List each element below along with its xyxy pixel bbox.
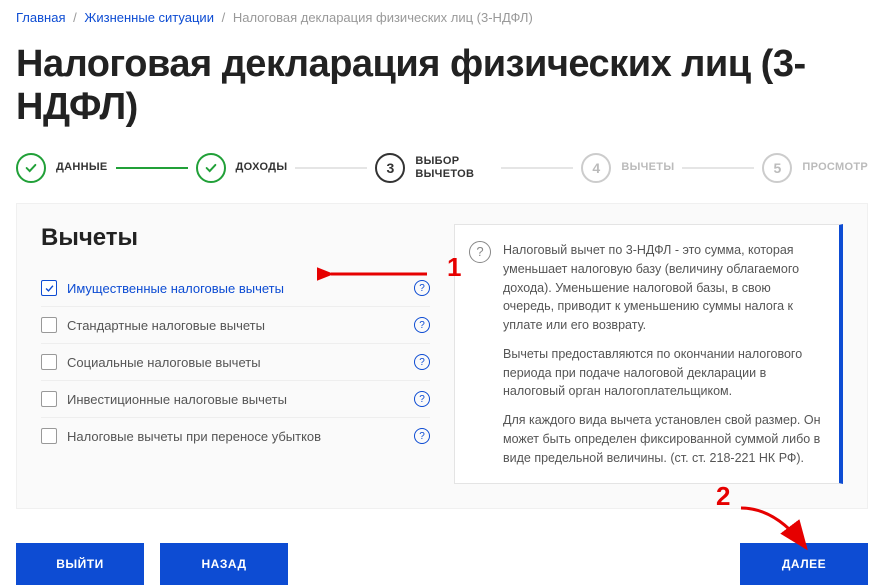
step-label: ДАННЫЕ bbox=[56, 161, 108, 174]
checkbox-row-property[interactable]: Имущественные налоговые вычеты ? bbox=[41, 270, 430, 307]
help-icon[interactable]: ? bbox=[414, 391, 430, 407]
step-label: ВЫЧЕТЫ bbox=[621, 161, 674, 174]
main-panel: Вычеты Имущественные налоговые вычеты ? … bbox=[16, 203, 868, 509]
breadcrumb-home[interactable]: Главная bbox=[16, 10, 65, 25]
checkbox-icon[interactable] bbox=[41, 391, 57, 407]
info-paragraph: Налоговый вычет по 3-НДФЛ - это сумма, к… bbox=[503, 241, 821, 335]
checkbox-icon[interactable] bbox=[41, 280, 57, 296]
step-deductions[interactable]: 4 ВЫЧЕТЫ bbox=[581, 153, 674, 183]
help-icon[interactable]: ? bbox=[414, 317, 430, 333]
step-deduction-choice[interactable]: 3 ВЫБОР ВЫЧЕТОВ bbox=[375, 153, 493, 183]
step-data[interactable]: ДАННЫЕ bbox=[16, 153, 108, 183]
breadcrumb-situations[interactable]: Жизненные ситуации bbox=[84, 10, 214, 25]
step-label: ДОХОДЫ bbox=[236, 161, 288, 174]
checkbox-row-loss[interactable]: Налоговые вычеты при переносе убытков ? bbox=[41, 418, 430, 454]
info-box: ? Налоговый вычет по 3-НДФЛ - это сумма,… bbox=[454, 224, 843, 484]
checkbox-label: Социальные налоговые вычеты bbox=[67, 355, 404, 370]
breadcrumb-current: Налоговая декларация физических лиц (3-Н… bbox=[233, 10, 533, 25]
step-number: 3 bbox=[375, 153, 405, 183]
step-preview[interactable]: 5 ПРОСМОТР bbox=[762, 153, 868, 183]
check-icon bbox=[16, 153, 46, 183]
exit-button[interactable]: ВЫЙТИ bbox=[16, 543, 144, 585]
checkbox-row-social[interactable]: Социальные налоговые вычеты ? bbox=[41, 344, 430, 381]
checkbox-label: Стандартные налоговые вычеты bbox=[67, 318, 404, 333]
footer-buttons: ВЫЙТИ НАЗАД ДАЛЕЕ 2 bbox=[16, 543, 868, 585]
stepper: ДАННЫЕ ДОХОДЫ 3 ВЫБОР ВЫЧЕТОВ 4 ВЫЧЕТЫ 5… bbox=[0, 153, 884, 193]
step-number: 5 bbox=[762, 153, 792, 183]
step-income[interactable]: ДОХОДЫ bbox=[196, 153, 288, 183]
breadcrumb: Главная / Жизненные ситуации / Налоговая… bbox=[0, 0, 884, 25]
checkbox-label: Инвестиционные налоговые вычеты bbox=[67, 392, 404, 407]
step-label: ПРОСМОТР bbox=[802, 161, 868, 174]
check-icon bbox=[196, 153, 226, 183]
checkbox-icon[interactable] bbox=[41, 354, 57, 370]
help-icon[interactable]: ? bbox=[414, 428, 430, 444]
help-icon[interactable]: ? bbox=[414, 280, 430, 296]
next-button[interactable]: ДАЛЕЕ bbox=[740, 543, 868, 585]
info-paragraph: Для каждого вида вычета установлен свой … bbox=[503, 411, 821, 467]
info-paragraph: Вычеты предоставляются по окончании нало… bbox=[503, 345, 821, 401]
question-icon: ? bbox=[469, 241, 491, 263]
section-title: Вычеты bbox=[41, 224, 430, 252]
checkbox-icon[interactable] bbox=[41, 317, 57, 333]
checkbox-label: Налоговые вычеты при переносе убытков bbox=[67, 429, 404, 444]
page-title: Налоговая декларация физических лиц (3-Н… bbox=[0, 25, 884, 153]
help-icon[interactable]: ? bbox=[414, 354, 430, 370]
checkbox-row-investment[interactable]: Инвестиционные налоговые вычеты ? bbox=[41, 381, 430, 418]
step-label: ВЫБОР ВЫЧЕТОВ bbox=[415, 155, 493, 181]
back-button[interactable]: НАЗАД bbox=[160, 543, 288, 585]
checkbox-icon[interactable] bbox=[41, 428, 57, 444]
checkbox-label: Имущественные налоговые вычеты bbox=[67, 281, 404, 296]
step-number: 4 bbox=[581, 153, 611, 183]
checkbox-row-standard[interactable]: Стандартные налоговые вычеты ? bbox=[41, 307, 430, 344]
